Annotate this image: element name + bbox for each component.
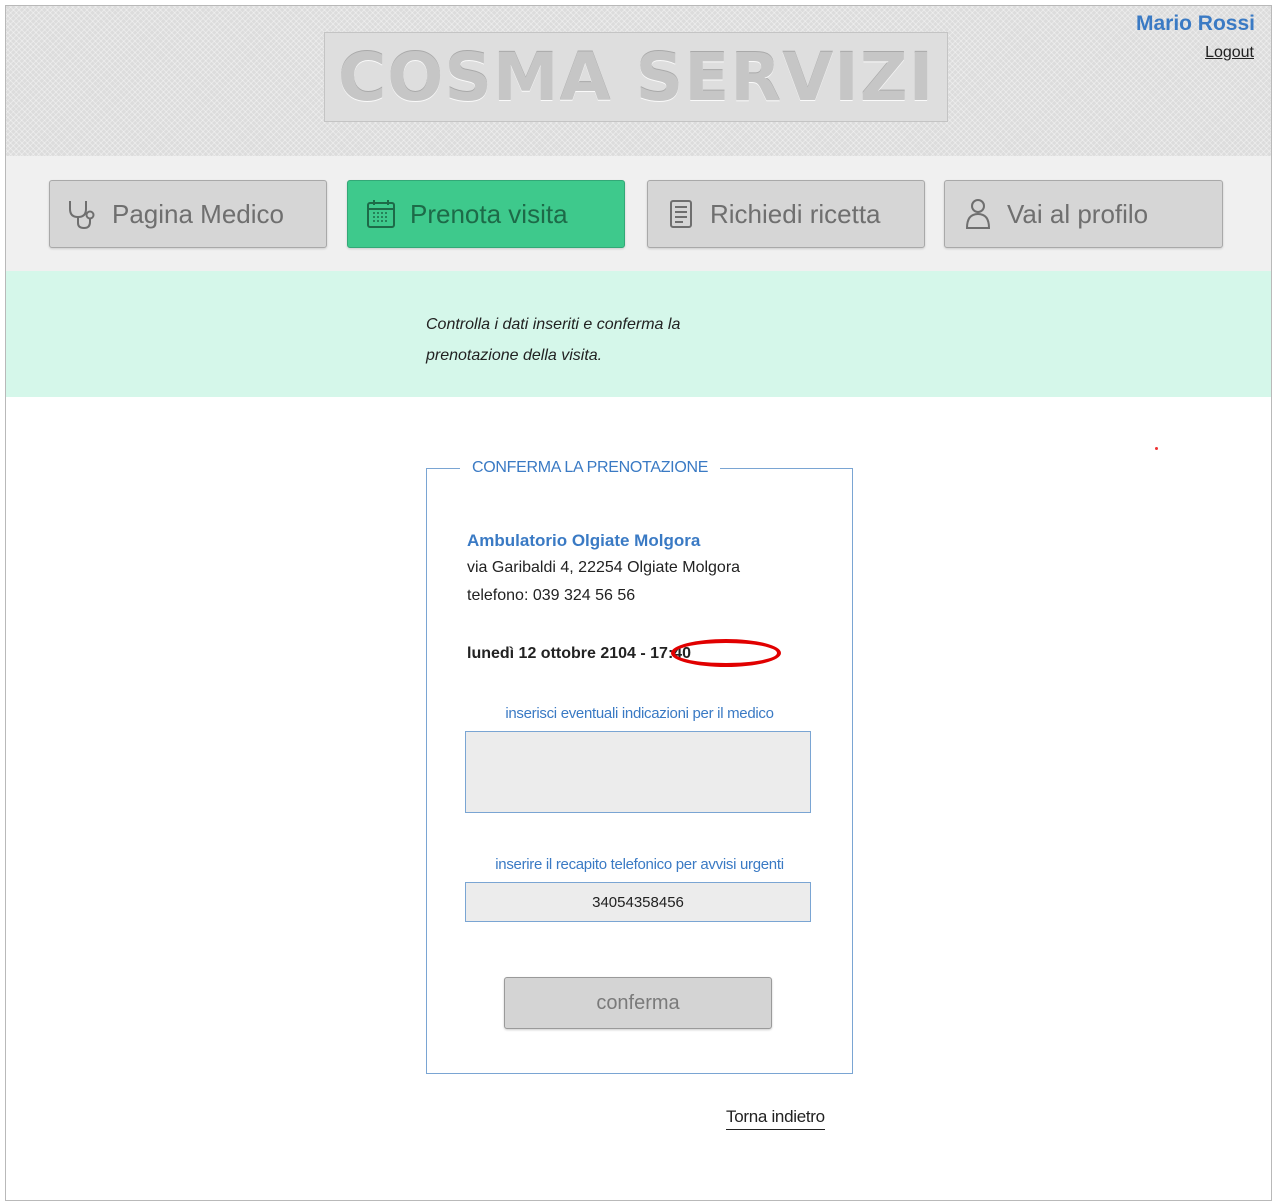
logout-link[interactable]: Logout [1205, 44, 1254, 62]
panel-legend: CONFERMA LA PRENOTAZIONE [460, 459, 721, 477]
user-name: Mario Rossi [1135, 12, 1255, 35]
info-line: Controlla i dati inseriti e conferma la [426, 316, 681, 333]
nav-prenota-visita-button[interactable]: Prenota visita [347, 180, 625, 248]
calendar-icon [364, 197, 398, 231]
nav-label: Vai al profilo [1007, 198, 1149, 229]
page-frame: COSMA SERVIZI Mario Rossi Logout Pagina … [5, 5, 1272, 1201]
logo-text: COSMA SERVIZI [337, 38, 935, 116]
phone-label: inserire il recapito telefonico per avvi… [495, 856, 784, 873]
info-banner: Controlla i dati inseriti e conferma la … [6, 271, 1271, 397]
confirm-button[interactable]: conferma [504, 977, 772, 1029]
info-text: Controlla i dati inseriti e conferma la … [426, 309, 786, 371]
stethoscope-icon [66, 197, 100, 231]
notes-label: inserisci eventuali indicazioni per il m… [505, 705, 774, 722]
header: COSMA SERVIZI Mario Rossi Logout [6, 6, 1271, 156]
booking-confirmation-panel: CONFERMA LA PRENOTAZIONE Ambulatorio Olg… [426, 459, 853, 1074]
user-icon [961, 197, 995, 231]
nav-label: Pagina Medico [112, 198, 284, 229]
phone-input[interactable] [465, 882, 811, 922]
appointment-datetime: lunedì 12 ottobre 2104 - 17:40 [467, 645, 692, 662]
clinic-phone: telefono: 039 324 56 56 [467, 587, 636, 604]
notes-textarea[interactable] [465, 731, 811, 813]
logo: COSMA SERVIZI [324, 32, 948, 122]
info-line: prenotazione della visita. [426, 347, 603, 364]
document-icon [664, 197, 698, 231]
nav-vai-al-profilo-button[interactable]: Vai al profilo [944, 180, 1223, 248]
nav-label: Richiedi ricetta [710, 198, 881, 229]
clinic-address: via Garibaldi 4, 22254 Olgiate Molgora [467, 559, 741, 576]
clinic-name: Ambulatorio Olgiate Molgora [467, 531, 701, 550]
highlight-oval [671, 639, 781, 667]
back-link[interactable]: Torna indietro [726, 1107, 825, 1130]
nav-label: Prenota visita [410, 198, 568, 229]
stray-dot [1155, 447, 1158, 450]
nav-richiedi-ricetta-button[interactable]: Richiedi ricetta [647, 180, 925, 248]
main-nav: Pagina Medico Prenota visita Richiedi ri… [6, 156, 1271, 271]
nav-pagina-medico-button[interactable]: Pagina Medico [49, 180, 327, 248]
